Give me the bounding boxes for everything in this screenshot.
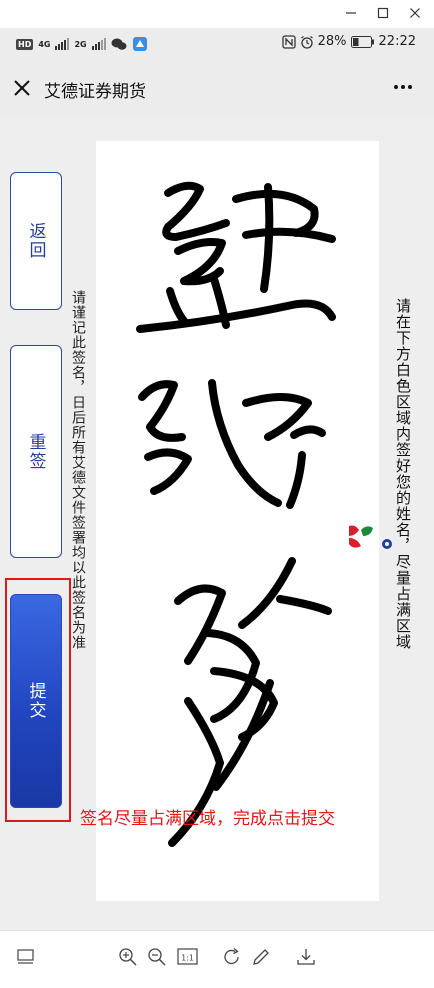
status-left: HD 4G 2G [16,36,148,52]
app-notification-icon [132,37,147,51]
minimize-button[interactable] [340,3,362,23]
company-logo [345,522,395,552]
handwritten-signature [136,181,336,847]
maximize-button[interactable] [372,3,394,23]
signature-instruction-text: 请在下方白色区域内签好您的姓名，尽量占满区域 [394,298,412,650]
submit-button[interactable]: 提交 [10,594,62,808]
zoom-out-icon [148,948,166,966]
signature-page: 返回 重签 提交 请谨记此签名，日后所有艾德文件签署均以此签名为准 请在下方白色… [0,116,434,930]
signature-reminder-text: 请谨记此签名，日后所有艾德文件签署均以此签名为准 [70,290,86,650]
maximize-icon [377,7,389,19]
signal-2-icon [91,38,106,50]
status-bar: HD 4G 2G 28% 22:22 [0,28,434,60]
more-options-button[interactable] [390,74,416,100]
close-icon [410,8,420,18]
actual-size-icon: 1:1 [177,948,198,965]
viewer-toolbar: 1:1 [0,930,434,988]
actual-size-label: 1:1 [181,954,194,963]
back-button-label: 返回 [25,222,46,260]
page-title: 艾德证券期货 [44,82,146,102]
more-dots-icon [394,85,398,89]
status-right: 28% 22:22 [281,34,416,49]
zoom-in-icon [119,948,137,966]
zoom-in-button[interactable] [118,947,138,967]
company-logo-icon [349,525,392,549]
rotate-button[interactable] [222,947,242,967]
window-titlebar [0,0,434,28]
back-button[interactable]: 返回 [10,172,62,310]
network-2-label: 2G [74,39,87,49]
close-window-button[interactable] [404,3,426,23]
network-1-label: 4G [38,39,51,49]
battery-icon [350,35,374,48]
nfc-icon [281,34,296,49]
resign-button-label: 重签 [25,432,46,471]
battery-percent: 28% [317,34,347,49]
hd-badge: HD [16,38,34,50]
close-page-button[interactable] [10,76,34,100]
submit-button-label: 提交 [25,682,46,720]
pencil-icon [253,949,269,965]
window-layout-icon [17,949,34,964]
rotate-icon [224,948,239,965]
app-nav-bar: 艾德证券期货 [0,60,434,116]
layout-toggle-button[interactable] [16,947,36,967]
zoom-out-button[interactable] [147,947,167,967]
signal-1-icon [55,38,70,50]
download-button[interactable] [296,947,316,967]
more-dot [401,85,405,89]
minimize-icon [346,12,356,14]
clock: 22:22 [378,34,416,49]
edit-button[interactable] [251,947,271,967]
annotation-note: 签名尽量占满区域，完成点击提交 [80,809,335,829]
wechat-icon [111,38,127,50]
close-icon [14,80,30,96]
download-icon [297,949,315,965]
more-dot [408,85,412,89]
resign-button[interactable]: 重签 [10,345,62,558]
alarm-icon [300,35,313,49]
actual-size-button[interactable]: 1:1 [177,947,199,967]
signature-canvas[interactable] [96,141,379,901]
